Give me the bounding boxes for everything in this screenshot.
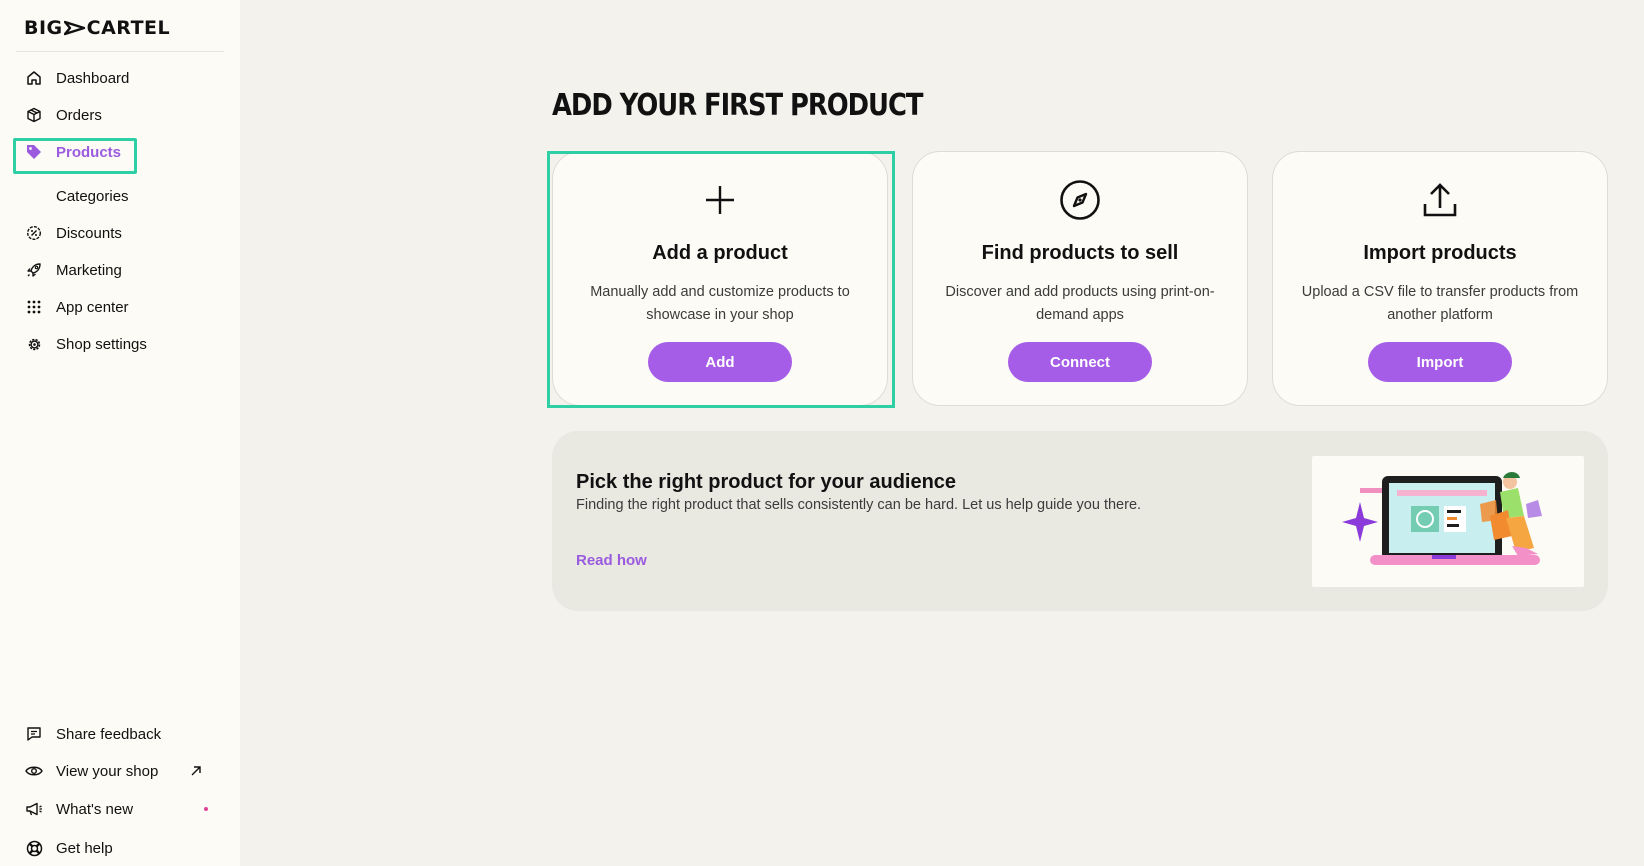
sidebar-item-products[interactable]: Products <box>24 140 121 164</box>
sidebar: BIG CARTEL Dashboard Orders Products Cat… <box>0 0 240 866</box>
card-description: Discover and add products using print-on… <box>945 284 1215 323</box>
sidebar-item-marketing[interactable]: Marketing <box>24 258 122 282</box>
big-cartel-logo[interactable]: BIG CARTEL <box>24 17 170 39</box>
sidebar-item-share-feedback[interactable]: Share feedback <box>24 722 161 746</box>
logo-mark-icon <box>63 20 85 36</box>
eye-icon <box>24 761 44 781</box>
laptop-shopping-illustration <box>1312 456 1584 587</box>
sidebar-item-label: Get help <box>56 839 113 857</box>
sidebar-item-label: View your shop <box>56 762 159 780</box>
card-description: Manually add and customize products to s… <box>590 284 850 323</box>
sidebar-item-label: Products <box>56 143 122 161</box>
upload-icon <box>1273 178 1607 222</box>
card-title: Find products to sell <box>981 242 1179 264</box>
sidebar-item-categories[interactable]: Categories <box>56 184 129 208</box>
logo-text-right: CARTEL <box>86 17 171 39</box>
sidebar-item-orders[interactable]: Orders <box>24 103 102 127</box>
arrow-up-right-icon <box>190 759 204 783</box>
card-add-product[interactable]: Add a product Manually add and customize… <box>552 151 888 406</box>
sidebar-divider <box>16 51 224 52</box>
lifebuoy-icon <box>24 838 44 858</box>
read-how-link[interactable]: Read how <box>576 552 647 569</box>
sidebar-item-app-center[interactable]: App center <box>24 295 129 319</box>
sidebar-item-label: App center <box>56 298 129 316</box>
tag-icon <box>24 142 44 162</box>
feedback-icon <box>24 724 44 744</box>
notification-dot <box>204 807 208 811</box>
sidebar-item-discounts[interactable]: Discounts <box>24 221 122 245</box>
card-title: Import products <box>1363 242 1517 264</box>
sidebar-item-label: Shop settings <box>56 335 147 353</box>
page-title: ADD YOUR FIRST PRODUCT <box>552 88 923 123</box>
logo-text-left: BIG <box>24 17 63 39</box>
sidebar-item-whats-new[interactable]: What's new <box>24 797 210 821</box>
megaphone-icon <box>24 799 44 819</box>
gear-icon <box>24 334 44 354</box>
promo-description: Finding the right product that sells con… <box>576 497 1142 513</box>
sidebar-item-dashboard[interactable]: Dashboard <box>24 66 129 90</box>
sidebar-item-label: What's new <box>56 800 134 818</box>
sidebar-item-view-your-shop[interactable]: View your shop <box>24 759 208 783</box>
sidebar-item-shop-settings[interactable]: Shop settings <box>24 332 147 356</box>
sidebar-item-label: Dashboard <box>56 69 130 87</box>
import-button[interactable]: Import <box>1368 342 1512 382</box>
compass-icon <box>913 178 1247 222</box>
rocket-icon <box>24 260 44 280</box>
sidebar-item-label: Orders <box>56 106 102 124</box>
promo-banner: Pick the right product for your audience… <box>552 431 1608 611</box>
add-product-button[interactable]: Add <box>648 342 792 382</box>
home-icon <box>24 68 44 88</box>
discount-icon <box>24 223 44 243</box>
card-description: Upload a CSV file to transfer products f… <box>1301 284 1579 323</box>
sidebar-item-label: Share feedback <box>56 725 162 743</box>
plus-icon <box>553 178 887 222</box>
card-find-products[interactable]: Find products to sell Discover and add p… <box>912 151 1248 406</box>
box-icon <box>24 105 44 125</box>
connect-button[interactable]: Connect <box>1008 342 1152 382</box>
sidebar-item-get-help[interactable]: Get help <box>24 836 113 860</box>
sidebar-item-label: Discounts <box>56 224 122 242</box>
card-import-products[interactable]: Import products Upload a CSV file to tra… <box>1272 151 1608 406</box>
grid-icon <box>24 297 44 317</box>
sidebar-item-label: Categories <box>56 187 129 205</box>
card-title: Add a product <box>652 242 788 264</box>
promo-title: Pick the right product for your audience <box>576 471 957 493</box>
sidebar-item-label: Marketing <box>56 261 122 279</box>
